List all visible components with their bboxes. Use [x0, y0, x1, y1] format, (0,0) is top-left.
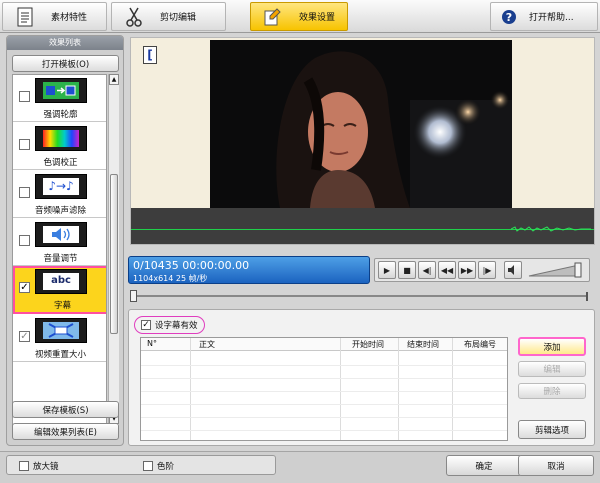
- view-options-group: 放大镜 色阶: [6, 455, 276, 475]
- checkbox-box[interactable]: [19, 461, 29, 471]
- effects-list: 强调轮廓 色调校正 ♪→♪ 音频噪声滤除 音量调节 ✓ abc 字幕 ✓ 视频重…: [12, 74, 107, 426]
- seek-end-marker: [586, 292, 588, 301]
- effect-name: 音量调节: [43, 254, 78, 264]
- checkbox-box[interactable]: [143, 461, 153, 471]
- music-notes-thumbnail: ♪→♪: [35, 174, 87, 199]
- tab-effects-settings[interactable]: 效果设置: [250, 2, 348, 31]
- timecode-display: 0/10435 00:00:00.00 1104x614 25 帧/秒: [128, 256, 370, 284]
- checkbox-box[interactable]: ✓: [141, 320, 151, 330]
- color-level-checkbox[interactable]: 色阶: [143, 460, 174, 472]
- add-subtitle-button[interactable]: 添加: [518, 337, 586, 356]
- fast-forward-icon[interactable]: ▶▶: [458, 261, 476, 279]
- effect-item-video-resize[interactable]: ✓ 视频重置大小: [13, 315, 106, 362]
- ok-button[interactable]: 确定: [446, 455, 522, 476]
- effect-name: 音频噪声滤除: [34, 206, 86, 216]
- rewind-icon[interactable]: ◀◀: [438, 261, 456, 279]
- thumbnail-text: abc: [43, 273, 79, 290]
- timecode-text: 0/10435 00:00:00.00: [133, 259, 250, 272]
- scissors-icon: [124, 7, 144, 27]
- effect-checkbox[interactable]: [19, 187, 30, 198]
- effect-checkbox[interactable]: [19, 139, 30, 150]
- enable-subtitles-label: 设字幕有效: [155, 321, 198, 331]
- tab-cut-edit[interactable]: 剪切编辑: [111, 2, 226, 31]
- seek-handle[interactable]: [130, 290, 137, 302]
- resolution-info: 1104x614 25 帧/秒: [133, 274, 208, 283]
- clip-options-button[interactable]: 剪辑选项: [518, 420, 586, 439]
- column-start-time: 开始时间: [352, 340, 384, 349]
- subtitle-table[interactable]: N° 正文 开始时间 结束时间 布局编号: [140, 337, 508, 441]
- effect-name: 视频重置大小: [34, 350, 86, 360]
- column-number: N°: [147, 339, 157, 348]
- tab-label: 素材特性: [51, 13, 88, 23]
- help-icon: ?: [499, 7, 519, 27]
- column-text: 正文: [199, 340, 215, 349]
- document-icon: [15, 7, 35, 27]
- enable-subtitles-checkbox[interactable]: ✓ 设字幕有效: [134, 316, 205, 334]
- save-template-button[interactable]: 保存模板(S): [12, 401, 119, 418]
- color-level-label: 色阶: [157, 462, 175, 472]
- volume-slider[interactable]: [527, 262, 585, 278]
- crop-bracket-button[interactable]: [: [143, 46, 157, 64]
- effect-name: 色调校正: [43, 158, 78, 168]
- effects-list-title: 效果列表: [7, 36, 123, 50]
- top-tab-bar: 素材特性 剪切编辑 效果设置 ? 打开帮助...: [0, 0, 600, 33]
- edit-subtitle-button[interactable]: 编辑: [518, 361, 586, 377]
- edit-effects-list-button[interactable]: 编辑效果列表(E): [12, 423, 119, 440]
- effect-item-subtitles[interactable]: ✓ abc 字幕: [13, 266, 106, 314]
- magnifier-label: 放大镜: [33, 462, 59, 472]
- stop-icon[interactable]: ■: [398, 261, 416, 279]
- effect-item-volume-adjust[interactable]: 音量调节: [13, 219, 106, 266]
- delete-subtitle-button[interactable]: 删除: [518, 383, 586, 399]
- effect-name: 强调轮廓: [43, 110, 78, 120]
- transport-controls: ▶ ■ ◀| ◀◀ ▶▶ |▶: [374, 258, 590, 282]
- effect-checkbox[interactable]: ✓: [19, 331, 30, 342]
- prev-frame-icon[interactable]: ◀|: [418, 261, 436, 279]
- play-icon[interactable]: ▶: [378, 261, 396, 279]
- effects-list-scrollbar[interactable]: ▲ ▼: [108, 74, 119, 426]
- waveform-peaks: [511, 226, 591, 232]
- next-frame-icon[interactable]: |▶: [478, 261, 496, 279]
- seek-bar[interactable]: [130, 290, 590, 304]
- tab-label: 剪切编辑: [160, 13, 197, 23]
- subtitle-settings-panel: ✓ 设字幕有效 N° 正文 开始时间 结束时间 布局编号 添加 编辑 删除 剪辑…: [128, 309, 595, 446]
- open-template-button[interactable]: 打开模板(O): [12, 55, 119, 72]
- outline-thumbnail: [35, 78, 87, 103]
- volume-speaker-icon[interactable]: [504, 261, 522, 279]
- subtitle-thumbnail: abc: [35, 269, 87, 294]
- scroll-up-arrow-icon[interactable]: ▲: [109, 74, 119, 85]
- resize-thumbnail: [35, 318, 87, 343]
- effects-icon: [263, 7, 283, 27]
- color-gradient-thumbnail: [35, 126, 87, 151]
- video-frame: [210, 40, 512, 208]
- magnifier-checkbox[interactable]: 放大镜: [19, 460, 59, 472]
- effects-list-panel: 效果列表 打开模板(O) 强调轮廓 色调校正 ♪→♪ 音频噪声滤除 音量调节 ✓…: [6, 35, 124, 446]
- effect-checkbox[interactable]: [19, 235, 30, 246]
- open-help-button[interactable]: ? 打开帮助...: [490, 2, 598, 31]
- svg-text:?: ?: [506, 11, 512, 24]
- effect-item-emphasize-outline[interactable]: 强调轮廓: [13, 75, 106, 122]
- cancel-button[interactable]: 取消: [518, 455, 594, 476]
- video-frame-image: [210, 40, 512, 208]
- effect-checkbox[interactable]: [19, 91, 30, 102]
- effect-item-audio-noise-filter[interactable]: ♪→♪ 音频噪声滤除: [13, 171, 106, 218]
- tab-label: 打开帮助...: [529, 13, 574, 23]
- scroll-thumb[interactable]: [110, 174, 118, 334]
- tab-material-properties[interactable]: 素材特性: [2, 2, 107, 31]
- column-layout-number: 布局编号: [464, 340, 496, 349]
- effect-checkbox[interactable]: ✓: [19, 282, 30, 293]
- tab-label: 效果设置: [299, 13, 336, 23]
- column-end-time: 结束时间: [407, 340, 439, 349]
- audio-waveform[interactable]: [131, 208, 594, 244]
- effect-name: 字幕: [53, 301, 71, 311]
- speaker-thumbnail: [35, 222, 87, 247]
- effect-item-color-correction[interactable]: 色调校正: [13, 123, 106, 170]
